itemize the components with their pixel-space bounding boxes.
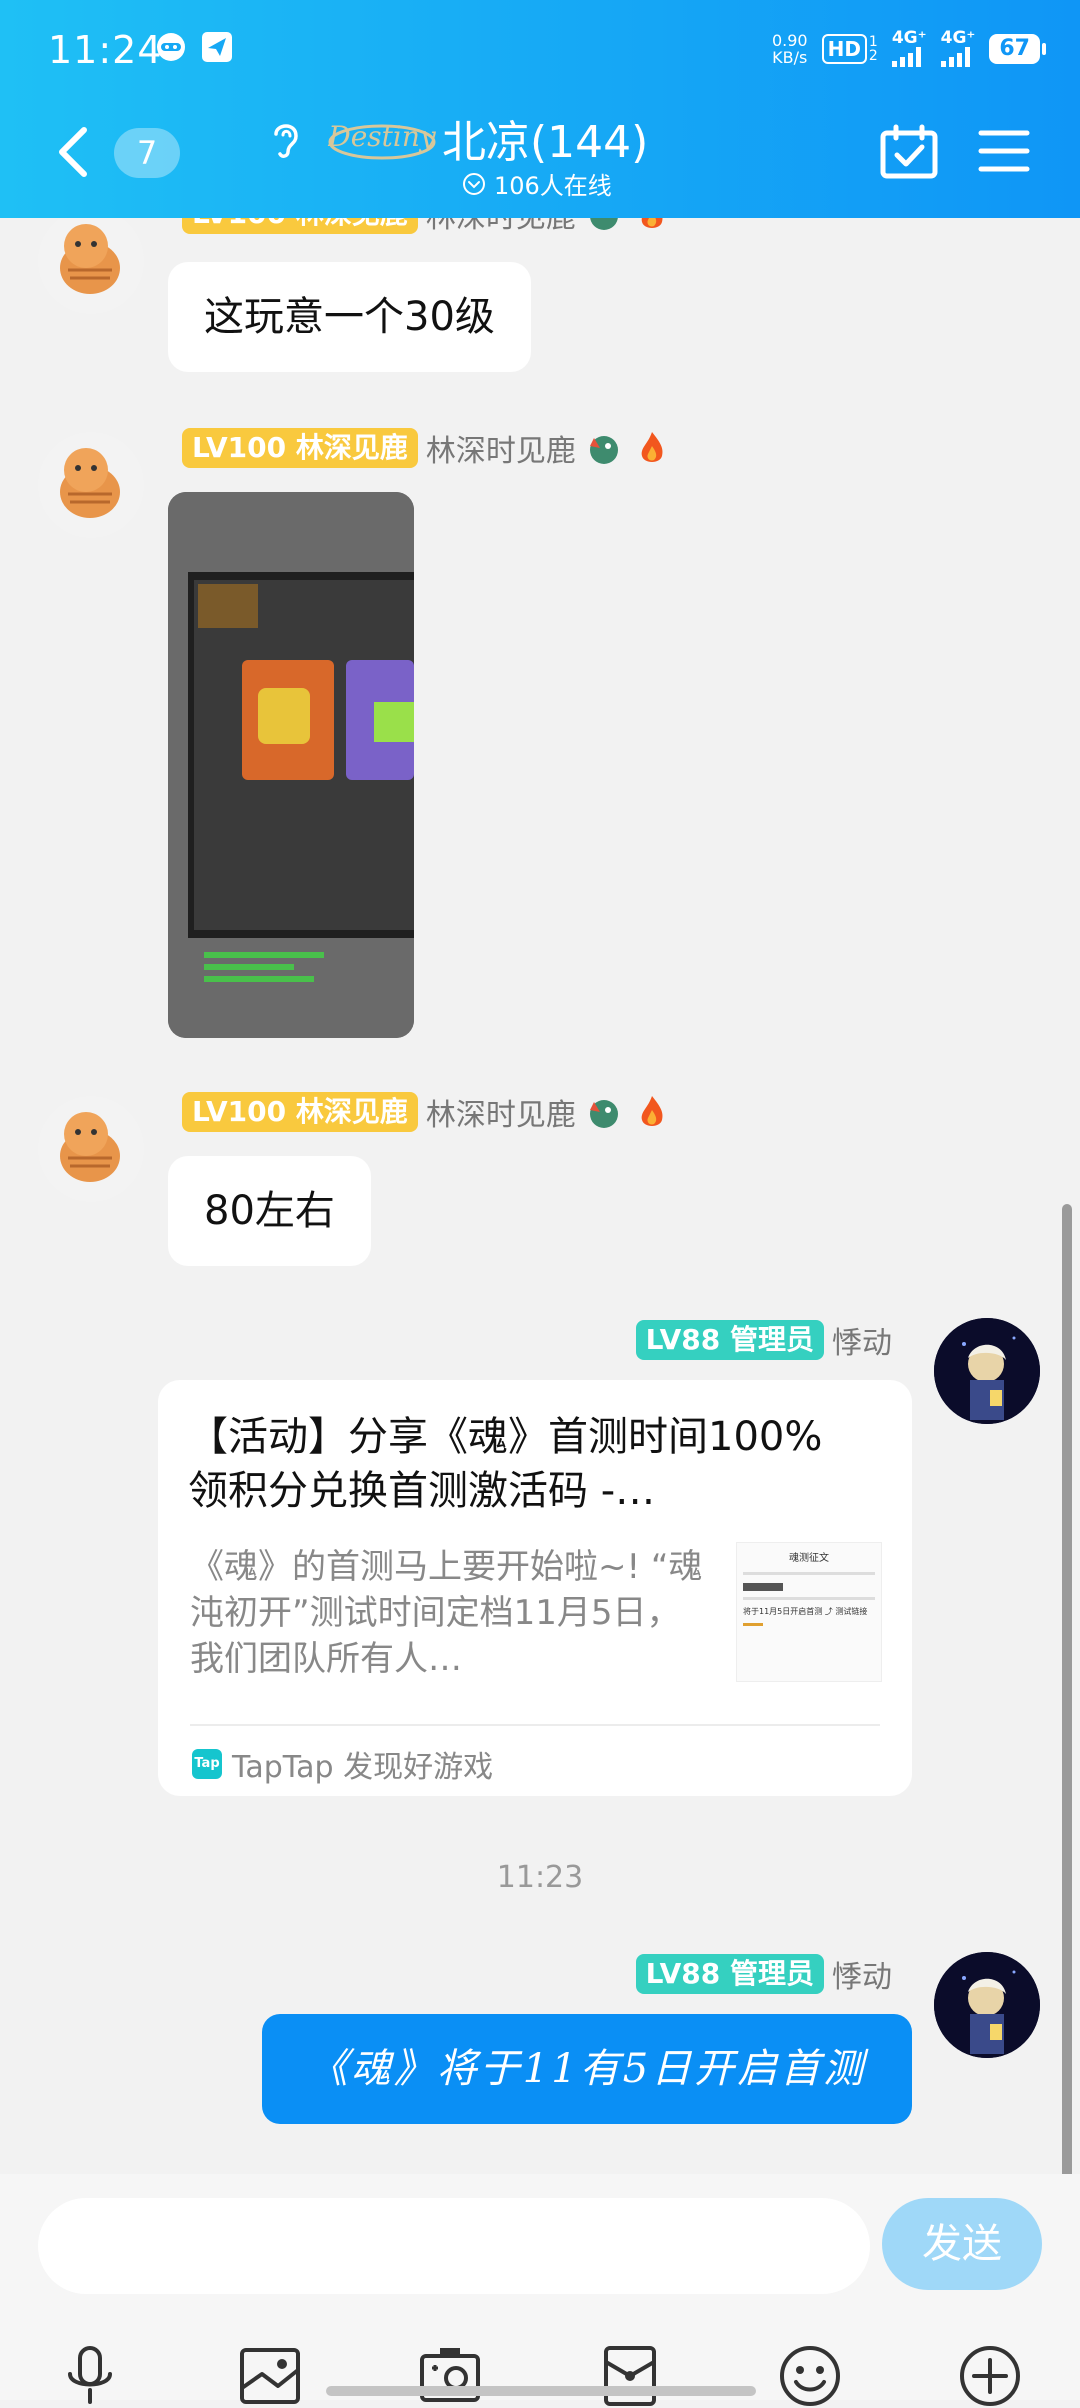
anime-avatar[interactable] <box>934 1318 1040 1424</box>
status-time: 11:24 <box>48 28 163 72</box>
fire-icon <box>641 218 663 228</box>
unread-count-badge[interactable]: 7 <box>114 128 180 178</box>
anime-avatar[interactable] <box>934 1952 1040 2058</box>
sender-info: LV100 林深见鹿 林深时见鹿 <box>182 426 672 470</box>
online-count[interactable]: 106人在线 <box>462 166 612 201</box>
mic-icon[interactable] <box>58 2344 122 2408</box>
send-button[interactable]: 发送 <box>882 2198 1042 2290</box>
network-speed: 0.90 KB/s <box>771 30 808 67</box>
image-message[interactable] <box>168 492 414 1038</box>
cat-avatar[interactable] <box>38 1096 144 1202</box>
ear-icon[interactable] <box>268 116 304 160</box>
message-input[interactable] <box>38 2198 870 2294</box>
back-icon[interactable] <box>52 124 92 180</box>
status-indicators: 0.90 KB/s HD 1 2 4G⁺ 4G⁺ 67 <box>771 30 1046 67</box>
sender-name[interactable]: 林深时见鹿 <box>426 218 576 236</box>
sender-info: LV88 管理员 悸动 <box>635 1952 892 1996</box>
message-bubble[interactable]: 《魂》将于11有5日开启首测 <box>262 2014 912 2124</box>
card-source: Tap TapTap 发现好游戏 <box>192 1742 493 1786</box>
menu-icon[interactable] <box>978 128 1030 174</box>
fire-icon <box>641 1096 663 1126</box>
emoji-icon[interactable] <box>778 2344 842 2408</box>
card-description: 《魂》的首测马上要开始啦~! “魂沌初开”测试时间定档11月5日，我们团队所有人… <box>190 1547 703 1679</box>
signal-strength-2: 4G⁺ <box>940 30 975 67</box>
hd-indicator: HD 1 2 <box>821 33 878 64</box>
card-title: 【活动】分享《魂》首测时间100%领积分兑换首测激活码 -… <box>188 1414 823 1514</box>
sender-name[interactable]: 悸动 <box>832 1318 892 1362</box>
link-share-card[interactable]: 【活动】分享《魂》首测时间100%领积分兑换首测激活码 -… 《魂》的首测马上要… <box>158 1380 912 1796</box>
camera-icon[interactable] <box>418 2344 482 2408</box>
sender-info: LV88 管理员 悸动 <box>635 1318 892 1362</box>
group-title[interactable]: 北凉(144) <box>442 106 648 170</box>
admin-level-badge: LV88 管理员 <box>635 1320 824 1360</box>
chat-header: 11:24 0.90 KB/s HD 1 2 4G⁺ 4G⁺ 67 7 Dest… <box>0 0 1080 218</box>
sender-name[interactable]: 林深时见鹿 <box>426 1090 576 1134</box>
red-packet-icon[interactable] <box>598 2344 662 2408</box>
sender-info: LV100 林深见鹿 林深时见鹿 <box>182 1090 672 1134</box>
admin-level-badge: LV88 管理员 <box>635 1954 824 1994</box>
dragon-icon <box>589 1100 618 1128</box>
group-logo: Destiny <box>327 120 437 160</box>
signal-strength-1: 4G⁺ <box>891 30 927 67</box>
sender-name[interactable]: 林深时见鹿 <box>426 426 576 470</box>
timestamp-divider: 11:23 <box>496 1860 584 1895</box>
game-screenshot-image <box>168 492 414 1038</box>
level-badge: LV100 林深见鹿 <box>182 1092 418 1132</box>
online-chevron-icon <box>463 172 485 195</box>
card-thumbnail: 魂测征文 将于11月5日开启首测 ⤴ 测试链接 <box>736 1542 882 1682</box>
svg-text:Destiny: Destiny <box>327 120 437 153</box>
battery-indicator: 67 <box>989 33 1046 64</box>
message-list[interactable]: LV100 林深见鹿 林深时见鹿 这玩意一个30级 LV100 林深见鹿 林深时… <box>0 218 1080 2174</box>
fire-icon <box>641 432 663 462</box>
cat-avatar[interactable] <box>38 218 144 314</box>
cat-avatar[interactable] <box>38 432 144 538</box>
message-bubble[interactable]: 80左右 <box>168 1156 371 1266</box>
message-bubble[interactable]: 这玩意一个30级 <box>168 262 531 372</box>
send-notification-icon <box>202 32 232 62</box>
card-divider <box>190 1724 880 1726</box>
dragon-icon <box>590 218 618 230</box>
plus-icon[interactable] <box>958 2344 1022 2408</box>
taptap-icon: Tap <box>192 1749 222 1779</box>
home-indicator[interactable] <box>326 2386 756 2396</box>
app-notification-icon <box>157 33 185 61</box>
sender-info: LV100 林深见鹿 林深时见鹿 <box>182 218 672 236</box>
image-icon[interactable] <box>238 2344 302 2408</box>
input-bar: 发送 <box>0 2174 1080 2406</box>
scrollbar[interactable] <box>1062 1204 1072 2174</box>
level-badge: LV100 林深见鹿 <box>182 428 418 468</box>
sender-name[interactable]: 悸动 <box>832 1952 892 1996</box>
dragon-icon <box>589 436 618 464</box>
level-badge: LV100 林深见鹿 <box>182 218 418 234</box>
calendar-check-icon[interactable] <box>880 124 938 180</box>
